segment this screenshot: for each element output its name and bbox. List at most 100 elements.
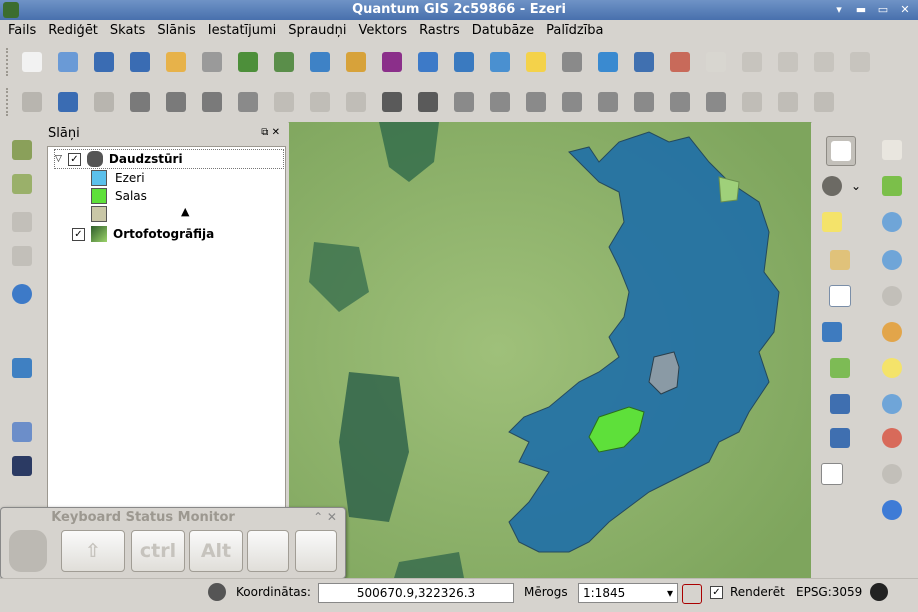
reshape-icon[interactable] bbox=[630, 88, 658, 116]
map-tips-icon[interactable] bbox=[826, 354, 854, 382]
add-layer-disabled-icon[interactable] bbox=[8, 208, 36, 236]
print-icon[interactable] bbox=[198, 48, 226, 76]
new-print-composer-icon[interactable] bbox=[162, 48, 190, 76]
rotate-tag-icon[interactable] bbox=[846, 48, 874, 76]
refresh-icon[interactable] bbox=[878, 496, 906, 524]
add-postgis-layer-icon[interactable] bbox=[306, 48, 334, 76]
add-mssql-layer-icon[interactable] bbox=[378, 48, 406, 76]
pan-to-selection-icon[interactable] bbox=[878, 172, 906, 200]
add-wfs-layer-icon[interactable] bbox=[486, 48, 514, 76]
whats-this-icon[interactable] bbox=[8, 452, 36, 480]
spell-check-icon[interactable] bbox=[630, 48, 658, 76]
delete-selected-icon[interactable] bbox=[234, 88, 262, 116]
add-raster-layer-icon[interactable] bbox=[270, 48, 298, 76]
menu-edit[interactable]: Rediģēt bbox=[40, 20, 102, 38]
menu-view[interactable]: Skats bbox=[102, 20, 149, 38]
layer-visible-checkbox[interactable]: ✓ bbox=[72, 227, 85, 241]
zoom-full-disabled-icon[interactable] bbox=[878, 282, 906, 310]
new-bookmark-icon[interactable] bbox=[826, 390, 854, 418]
remove-layer-icon[interactable] bbox=[558, 48, 586, 76]
menu-vector[interactable]: Vektors bbox=[350, 20, 411, 38]
spatialite-database-icon[interactable] bbox=[8, 354, 36, 382]
add-vector-icon[interactable] bbox=[8, 136, 36, 164]
menu-plugins[interactable]: Spraudņi bbox=[280, 20, 350, 38]
layer-row-daudzsturi[interactable]: ▽ ✓ Daudzstūri bbox=[54, 149, 284, 169]
zoom-last-icon[interactable] bbox=[878, 390, 906, 418]
simplify-icon[interactable] bbox=[450, 88, 478, 116]
move-tag-icon[interactable] bbox=[810, 48, 838, 76]
zoom-in-icon[interactable] bbox=[878, 208, 906, 236]
merge-attributes-icon[interactable] bbox=[774, 88, 802, 116]
coordinate-toggle-icon[interactable] bbox=[208, 583, 226, 601]
cut-features-icon[interactable] bbox=[270, 88, 298, 116]
menu-raster[interactable]: Rastrs bbox=[411, 20, 464, 38]
coordinates-field[interactable]: 500670.9,322326.3 bbox=[318, 583, 514, 603]
zoom-next-disabled-icon[interactable] bbox=[878, 460, 906, 488]
add-wms-icon[interactable] bbox=[8, 280, 36, 308]
panel-controls[interactable]: ⌃ ✕ bbox=[313, 510, 337, 524]
add-wcs-layer-icon[interactable] bbox=[450, 48, 478, 76]
node-tool-icon[interactable] bbox=[198, 88, 226, 116]
toolbar-grip[interactable] bbox=[6, 48, 12, 76]
deselect-icon[interactable] bbox=[826, 246, 854, 274]
layer-visible-checkbox[interactable]: ✓ bbox=[67, 152, 81, 166]
delete-ring-icon[interactable] bbox=[558, 88, 586, 116]
render-checkbox[interactable]: ✓ bbox=[710, 586, 723, 599]
crs-label[interactable]: EPSG:3059 bbox=[796, 585, 862, 599]
add-wms-layer-icon[interactable] bbox=[414, 48, 442, 76]
copy-features-icon[interactable] bbox=[306, 88, 334, 116]
menu-layer[interactable]: Slānis bbox=[149, 20, 199, 38]
add-feature-icon[interactable] bbox=[126, 88, 154, 116]
save-layer-icon[interactable] bbox=[90, 88, 118, 116]
menu-database[interactable]: Datubāze bbox=[464, 20, 538, 38]
label-icon[interactable] bbox=[666, 48, 694, 76]
collapse-icon[interactable]: ▽ bbox=[55, 154, 62, 164]
zoom-out-icon[interactable] bbox=[878, 246, 906, 274]
open-project-icon[interactable] bbox=[54, 48, 82, 76]
new-layer-icon[interactable] bbox=[522, 48, 550, 76]
show-bookmarks-icon[interactable] bbox=[826, 424, 854, 452]
undo-icon[interactable] bbox=[378, 88, 406, 116]
paste-features-icon[interactable] bbox=[342, 88, 370, 116]
rotate-point-icon[interactable] bbox=[810, 88, 838, 116]
zoom-to-layer-icon[interactable] bbox=[878, 318, 906, 346]
menu-file[interactable]: Fails bbox=[0, 20, 40, 38]
add-vector-layer-icon[interactable] bbox=[234, 48, 262, 76]
layer-row-ortofotografija[interactable]: ✓ Ortofotogrāfija bbox=[72, 225, 214, 243]
crs-status-icon[interactable] bbox=[870, 583, 888, 601]
window-menu-button[interactable]: ▾ bbox=[830, 2, 848, 18]
redo-icon[interactable] bbox=[414, 88, 442, 116]
eye-tag-icon[interactable] bbox=[738, 48, 766, 76]
save-edits-icon[interactable] bbox=[18, 88, 46, 116]
panel-controls[interactable]: ⧉ ✕ bbox=[261, 127, 280, 138]
delete-part-icon[interactable] bbox=[594, 88, 622, 116]
new-shapefile-icon[interactable] bbox=[594, 48, 622, 76]
menu-help[interactable]: Palīdzība bbox=[538, 20, 607, 38]
add-part-icon[interactable] bbox=[522, 88, 550, 116]
chevron-down-icon[interactable]: ⌄ bbox=[842, 172, 870, 200]
menu-settings[interactable]: Iestatījumi bbox=[200, 20, 281, 38]
map-canvas[interactable] bbox=[289, 122, 811, 578]
add-ring-icon[interactable] bbox=[486, 88, 514, 116]
save-as-icon[interactable] bbox=[126, 48, 154, 76]
offset-curve-icon[interactable] bbox=[666, 88, 694, 116]
help-book-icon[interactable] bbox=[8, 418, 36, 446]
identify-icon[interactable] bbox=[826, 136, 856, 166]
remove-layer-disabled-icon[interactable] bbox=[8, 242, 36, 270]
maximize-button[interactable]: ▭ bbox=[874, 2, 892, 18]
stop-render-icon[interactable] bbox=[682, 584, 702, 604]
save-project-icon[interactable] bbox=[90, 48, 118, 76]
split-features-icon[interactable] bbox=[702, 88, 730, 116]
new-project-icon[interactable] bbox=[18, 48, 46, 76]
pan-icon[interactable] bbox=[878, 136, 906, 164]
zoom-to-selection-icon[interactable] bbox=[878, 354, 906, 382]
text-annotation-icon[interactable] bbox=[818, 460, 846, 488]
pin-tag-icon[interactable] bbox=[774, 48, 802, 76]
add-raster-icon[interactable] bbox=[8, 170, 36, 198]
measure-icon[interactable] bbox=[818, 318, 846, 346]
move-feature-icon[interactable] bbox=[162, 88, 190, 116]
merge-features-icon[interactable] bbox=[738, 88, 766, 116]
attribute-table-icon[interactable] bbox=[826, 282, 854, 310]
zoom-previous-icon[interactable] bbox=[878, 424, 906, 452]
tag-icon[interactable] bbox=[702, 48, 730, 76]
